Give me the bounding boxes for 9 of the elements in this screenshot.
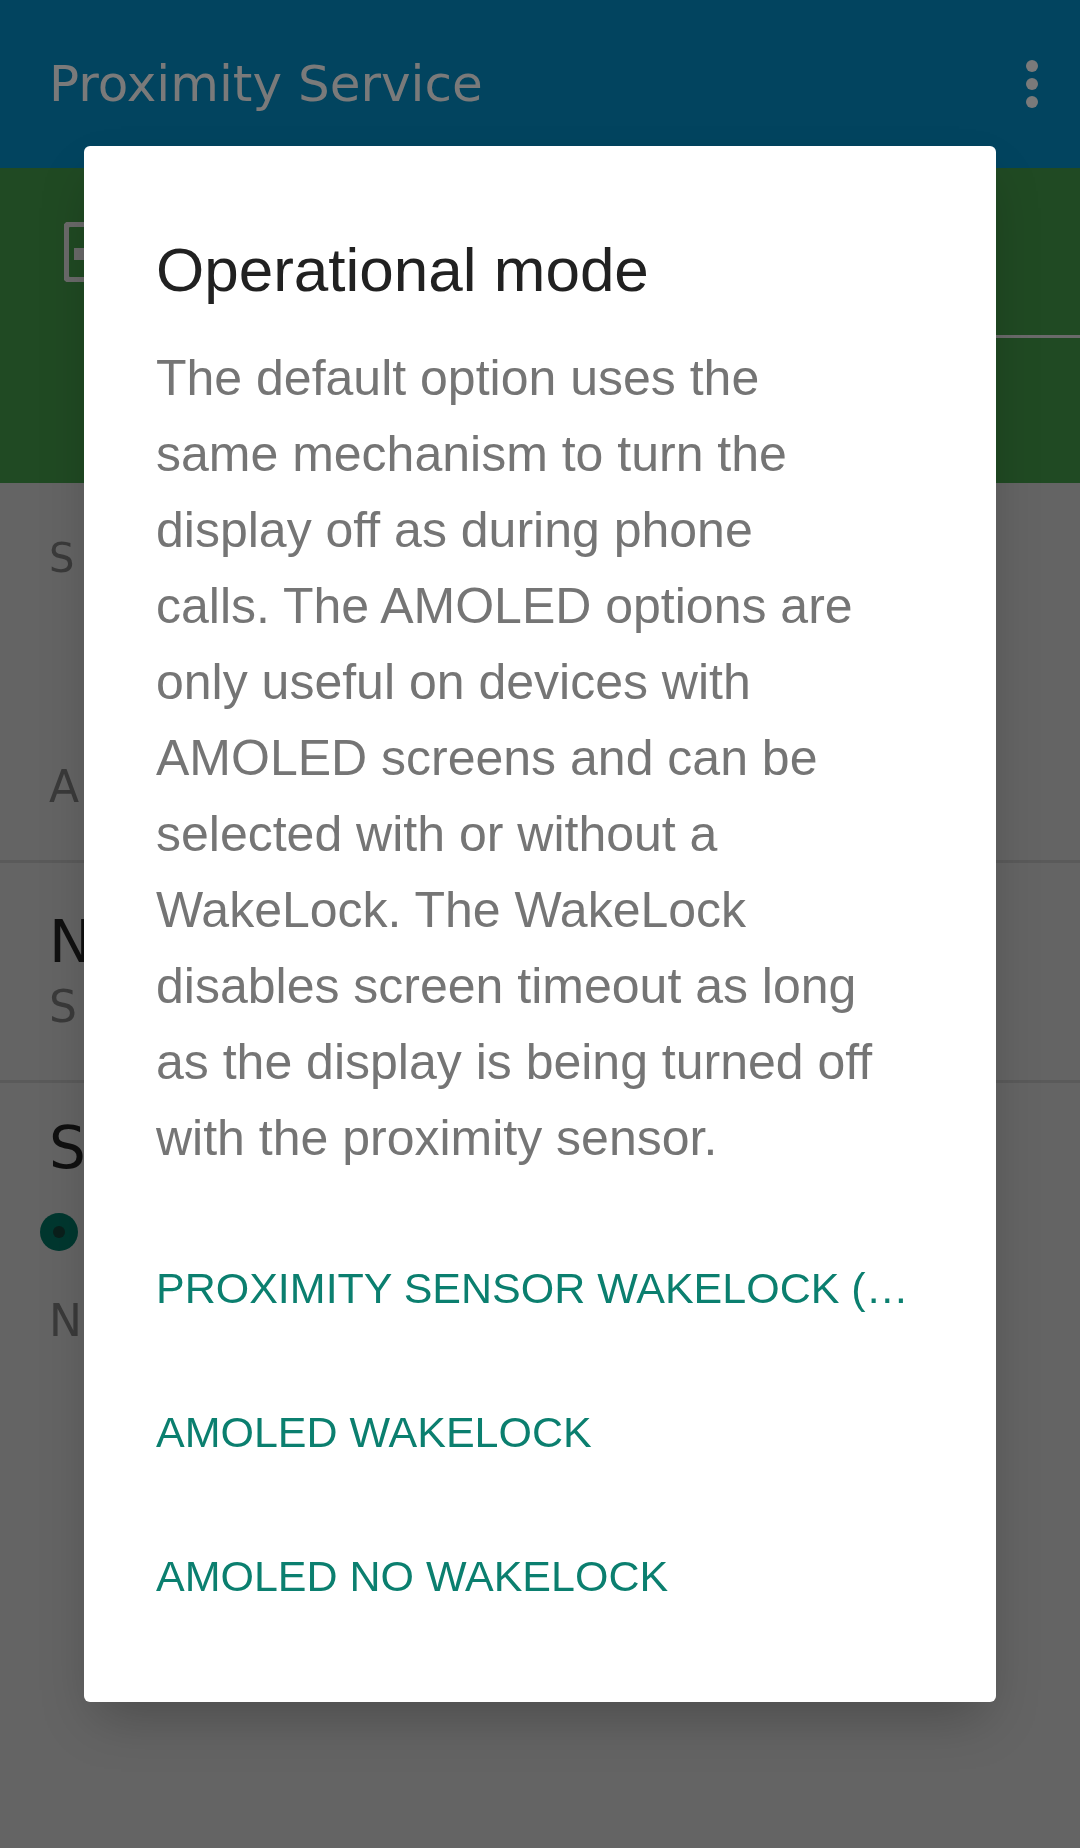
- option-button[interactable]: AMOLED NO WAKELOCK: [156, 1504, 936, 1648]
- option-button[interactable]: PROXIMITY SENSOR WAKELOCK (…: [156, 1216, 936, 1360]
- setting-title: S: [49, 1113, 86, 1183]
- more-options-icon[interactable]: [1024, 60, 1040, 108]
- dialog-message: The default option uses the same mechanism to turn the display off as during phone calls. The AMOLED options are only useful on devices with AMOLED screens and can be selected with or without a WakeLock. The WakeLock disables screen timeout as long as the display is being turned off with the proximity sensor.: [156, 349, 874, 1168]
- radio-button[interactable]: [40, 1213, 78, 1251]
- dialog-title: Operational mode: [156, 234, 650, 306]
- app-title: Proximity Service: [49, 53, 483, 115]
- option-button[interactable]: AMOLED WAKELOCK: [156, 1360, 936, 1504]
